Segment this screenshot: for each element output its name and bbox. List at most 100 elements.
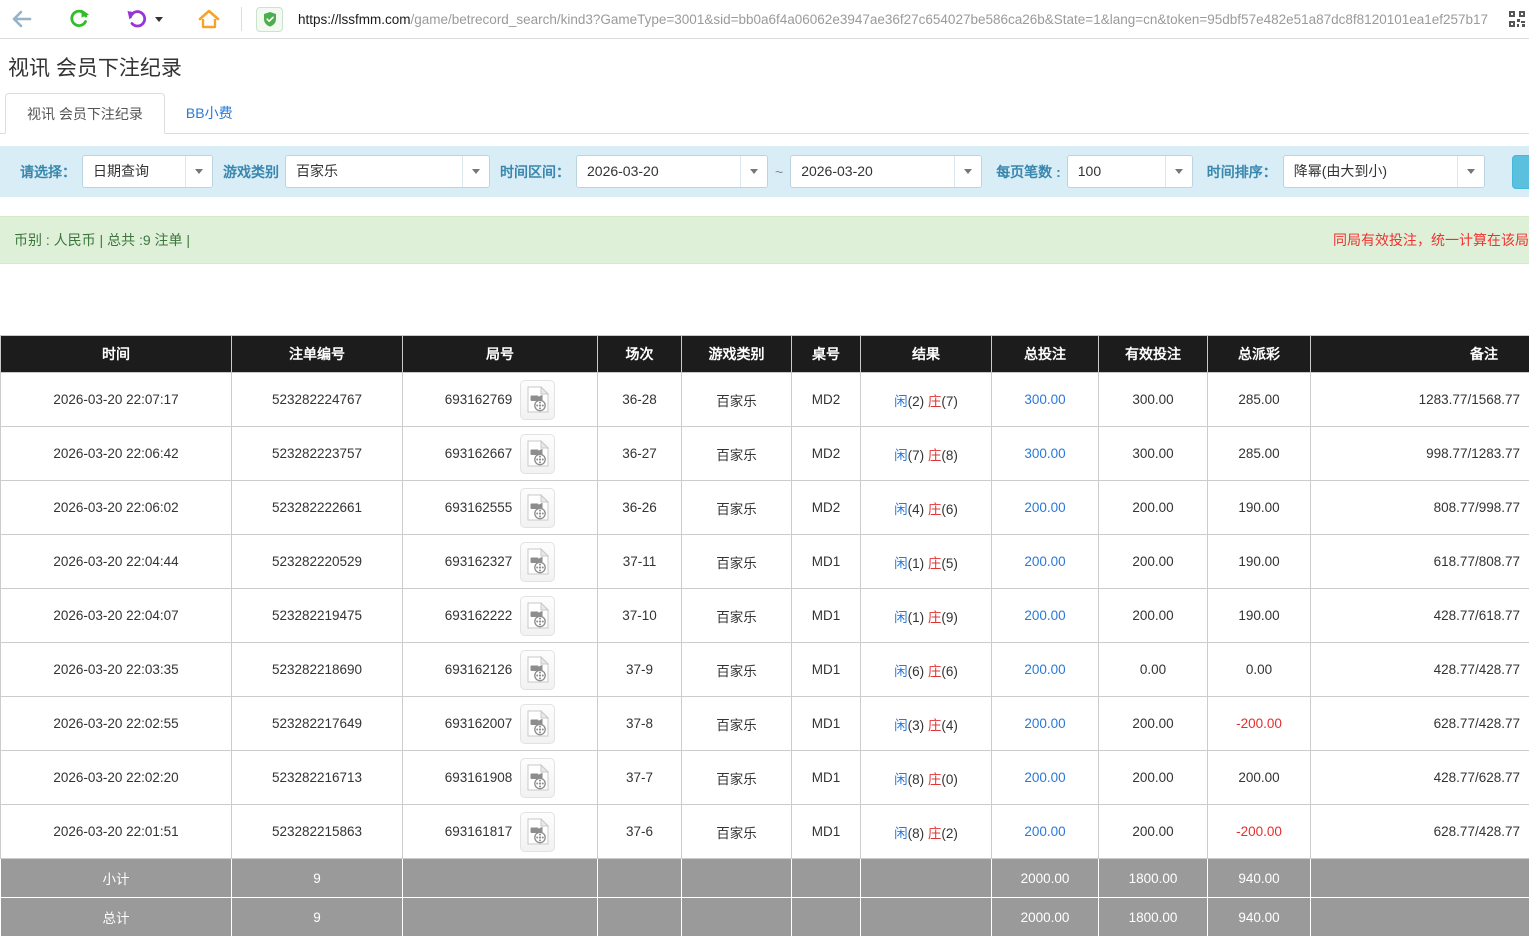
cell-total-bet[interactable]: 300.00 <box>992 373 1099 427</box>
round-id-text: 693162007 <box>445 716 513 731</box>
result-banker-label: 庄 <box>928 718 942 733</box>
cell-game-type: 百家乐 <box>682 373 792 427</box>
video-replay-button[interactable] <box>520 596 555 636</box>
tab-bet-records[interactable]: 视讯 会员下注纪录 <box>5 93 165 134</box>
cell-remark: 428.77/628.77 <box>1311 751 1529 805</box>
cell-time: 2026-03-20 22:06:02 <box>1 481 232 535</box>
home-icon[interactable] <box>197 8 221 30</box>
cell-session: 37-7 <box>598 751 682 805</box>
cell-total-bet[interactable]: 200.00 <box>992 481 1099 535</box>
footer-count: 9 <box>232 898 403 937</box>
cell-total-bet[interactable]: 200.00 <box>992 805 1099 859</box>
chevron-down-icon[interactable] <box>1457 156 1484 187</box>
bet-records-table: 时间注单编号局号场次游戏类别桌号结果总投注有效投注总派彩备注 2026-03-2… <box>0 335 1529 937</box>
chevron-down-icon[interactable] <box>954 156 981 187</box>
security-shield-icon[interactable] <box>256 7 283 32</box>
refresh-icon[interactable] <box>68 8 90 30</box>
cell-round-id: 693161908 <box>403 751 598 805</box>
result-banker-label: 庄 <box>928 394 942 409</box>
round-id-text: 693162555 <box>445 500 513 515</box>
date-from-select[interactable]: 2026-03-20 <box>576 155 768 188</box>
result-banker-score: (5) <box>941 556 958 571</box>
date-to-select[interactable]: 2026-03-20 <box>790 155 982 188</box>
video-replay-button[interactable] <box>520 380 555 420</box>
currency-total-text: 币别 : 人民币 | 总共 :9 注单 | <box>14 230 190 250</box>
cell-bet-id: 523282222661 <box>232 481 403 535</box>
col-table-no: 桌号 <box>792 336 861 373</box>
cell-remark: 998.77/1283.77 <box>1311 427 1529 481</box>
video-replay-button[interactable] <box>520 542 555 582</box>
cell-total-bet[interactable]: 200.00 <box>992 697 1099 751</box>
col-bet-id: 注单编号 <box>232 336 403 373</box>
col-valid-bet: 有效投注 <box>1099 336 1208 373</box>
query-type-select[interactable]: 日期查询 <box>82 155 213 188</box>
cell-session: 36-26 <box>598 481 682 535</box>
result-banker-score: (6) <box>941 664 958 679</box>
result-player-score: (8) <box>908 826 928 841</box>
toolbar-divider <box>241 7 242 31</box>
video-replay-button[interactable] <box>520 488 555 528</box>
result-banker-score: (7) <box>941 394 958 409</box>
cell-total-bet[interactable]: 200.00 <box>992 643 1099 697</box>
chevron-down-icon[interactable] <box>185 156 212 187</box>
cell-payout: -200.00 <box>1208 697 1311 751</box>
query-type-value: 日期查询 <box>83 156 185 187</box>
cell-time: 2026-03-20 22:03:35 <box>1 643 232 697</box>
video-replay-button[interactable] <box>520 650 555 690</box>
video-replay-button[interactable] <box>520 758 555 798</box>
result-player-label: 闲 <box>894 556 908 571</box>
col-total-bet: 总投注 <box>992 336 1099 373</box>
footer-empty <box>861 898 992 937</box>
video-replay-button[interactable] <box>520 812 555 852</box>
tab-bb-tip[interactable]: BB小费 <box>165 93 254 134</box>
qr-code-icon[interactable] <box>1505 11 1525 27</box>
footer-valid-bet: 1800.00 <box>1099 898 1208 937</box>
cell-total-bet[interactable]: 200.00 <box>992 589 1099 643</box>
cell-time: 2026-03-20 22:02:55 <box>1 697 232 751</box>
cell-remark: 428.77/428.77 <box>1311 643 1529 697</box>
cell-table-no: MD1 <box>792 751 861 805</box>
cell-result: 闲(2) 庄(7) <box>861 373 992 427</box>
result-player-label: 闲 <box>894 502 908 517</box>
undo-dropdown-caret-icon[interactable] <box>155 17 163 22</box>
video-replay-button[interactable] <box>520 704 555 744</box>
chevron-down-icon[interactable] <box>1165 156 1192 187</box>
chevron-down-icon[interactable] <box>462 156 489 187</box>
back-icon[interactable] <box>10 9 32 29</box>
result-player-score: (6) <box>908 664 928 679</box>
date-range-tilde: ~ <box>775 164 783 180</box>
cell-bet-id: 523282224767 <box>232 373 403 427</box>
chevron-down-icon[interactable] <box>740 156 767 187</box>
cell-remark: 628.77/428.77 <box>1311 805 1529 859</box>
footer-empty <box>792 898 861 937</box>
footer-payout: 940.00 <box>1208 859 1311 898</box>
sort-order-select[interactable]: 降幂(由大到小) <box>1283 155 1485 188</box>
grand-total-row: 总计92000.001800.00940.00 <box>1 898 1529 937</box>
address-bar[interactable]: https://lssfmm.com/game/betrecord_search… <box>298 12 1501 27</box>
footer-empty <box>682 898 792 937</box>
game-type-select[interactable]: 百家乐 <box>285 155 490 188</box>
cell-session: 37-6 <box>598 805 682 859</box>
table-row: 2026-03-20 22:04:07523282219475693162222… <box>1 589 1529 643</box>
footer-empty <box>1311 859 1529 898</box>
cell-table-no: MD1 <box>792 535 861 589</box>
round-id-text: 693162667 <box>445 446 513 461</box>
cell-total-bet[interactable]: 300.00 <box>992 427 1099 481</box>
footer-empty <box>792 859 861 898</box>
cell-total-bet[interactable]: 200.00 <box>992 751 1099 805</box>
undo-icon[interactable] <box>126 8 148 30</box>
round-id-text: 693161817 <box>445 824 513 839</box>
search-button[interactable]: 查询 <box>1512 155 1529 189</box>
game-type-value: 百家乐 <box>286 156 462 187</box>
round-id-text: 693162769 <box>445 392 513 407</box>
cell-valid-bet: 200.00 <box>1099 805 1208 859</box>
cell-total-bet[interactable]: 200.00 <box>992 535 1099 589</box>
page-size-select[interactable]: 100 <box>1067 155 1193 188</box>
result-player-score: (8) <box>908 772 928 787</box>
cell-table-no: MD2 <box>792 481 861 535</box>
page-size-value: 100 <box>1068 156 1165 187</box>
video-record-icon <box>527 656 549 683</box>
video-replay-button[interactable] <box>520 434 555 474</box>
cell-game-type: 百家乐 <box>682 643 792 697</box>
cell-bet-id: 523282220529 <box>232 535 403 589</box>
